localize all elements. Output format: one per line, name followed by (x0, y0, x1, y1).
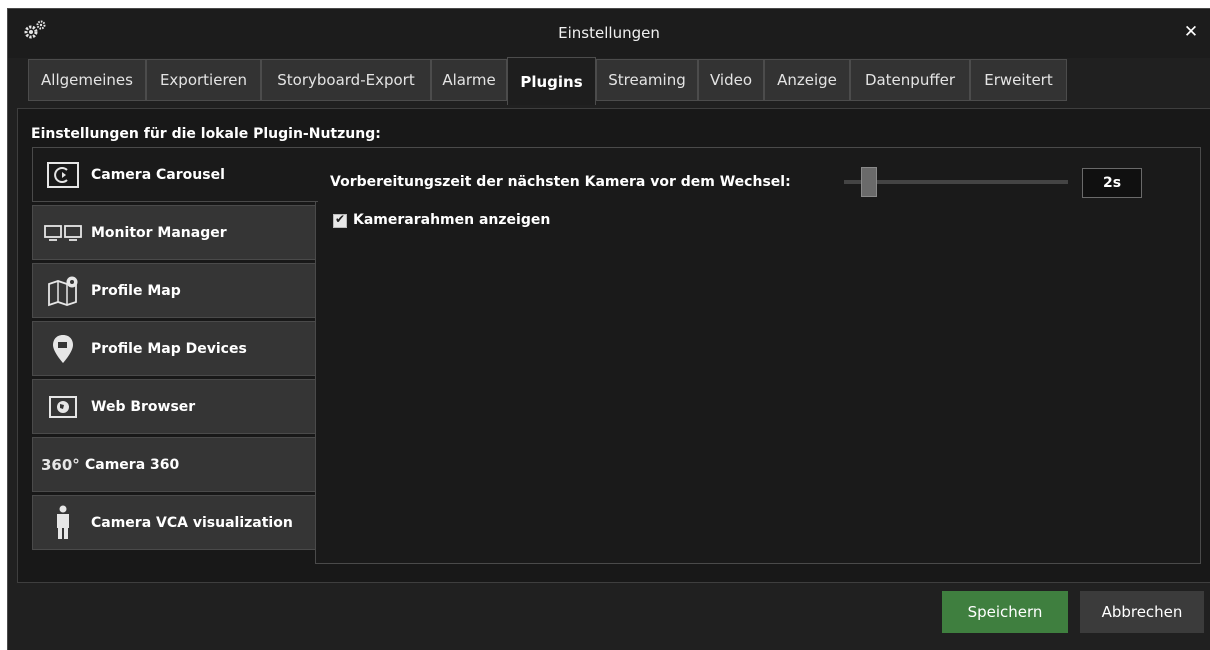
tab-erweitert[interactable]: Erweitert (970, 59, 1067, 101)
plugin-item-camera-360[interactable]: 360° Camera 360 (32, 437, 316, 492)
tab-streaming[interactable]: Streaming (596, 59, 698, 101)
camera-360-icon-text: 360° (41, 455, 80, 474)
settings-dialog: Einstellungen ✕ Allgemeines Exportieren … (7, 8, 1210, 650)
tab-anzeige[interactable]: Anzeige (764, 59, 850, 101)
plugin-label: Camera VCA visualization (91, 514, 293, 531)
plugin-label: Camera 360 (85, 456, 180, 473)
plugin-item-monitor-manager[interactable]: Monitor Manager (32, 205, 316, 260)
camera-carousel-settings-panel: Vorbereitungszeit der nächsten Kamera vo… (315, 147, 1201, 564)
camera-360-icon: 360° (41, 448, 85, 482)
person-icon (41, 505, 85, 540)
plugin-label: Monitor Manager (91, 224, 227, 241)
cancel-button[interactable]: Abbrechen (1080, 591, 1204, 633)
globe-icon (41, 390, 85, 424)
switch-prep-time-slider-track[interactable] (844, 180, 1068, 184)
show-frame-label[interactable]: Kamerarahmen anzeigen (353, 212, 550, 228)
tab-datenpuffer[interactable]: Datenpuffer (850, 59, 970, 101)
save-button[interactable]: Speichern (942, 591, 1068, 633)
tab-storyboard-export[interactable]: Storyboard-Export (261, 59, 431, 101)
plugin-item-profile-map-devices[interactable]: Profile Map Devices (32, 321, 316, 376)
switch-prep-time-label: Vorbereitungszeit der nächsten Kamera vo… (330, 174, 791, 190)
switch-prep-time-slider-thumb[interactable] (861, 167, 877, 197)
window-title: Einstellungen (558, 24, 660, 42)
map-pin-icon (41, 332, 85, 366)
plugin-label: Profile Map (91, 282, 181, 299)
section-heading: Einstellungen für die lokale Plugin-Nutz… (31, 126, 381, 142)
close-icon[interactable]: ✕ (1180, 21, 1202, 43)
plugin-item-camera-vca-visualization[interactable]: Camera VCA visualization (32, 495, 316, 550)
show-frame-checkbox[interactable] (333, 212, 347, 228)
plugin-item-profile-map[interactable]: Profile Map (32, 263, 316, 318)
carousel-icon (41, 158, 85, 192)
title-bar: Einstellungen ✕ (8, 9, 1210, 58)
plugin-item-web-browser[interactable]: Web Browser (32, 379, 316, 434)
plugin-label: Camera Carousel (91, 166, 225, 183)
monitor-icon (41, 216, 85, 250)
tab-exportieren[interactable]: Exportieren (146, 59, 261, 101)
tab-video[interactable]: Video (698, 59, 764, 101)
map-icon (41, 274, 85, 308)
tab-alarme[interactable]: Alarme (431, 59, 507, 101)
plugins-content: Einstellungen für die lokale Plugin-Nutz… (17, 108, 1210, 583)
plugin-label: Profile Map Devices (91, 340, 247, 357)
tab-plugins[interactable]: Plugins (507, 57, 596, 105)
tab-allgemeines[interactable]: Allgemeines (28, 59, 146, 101)
plugin-label: Web Browser (91, 398, 196, 415)
switch-prep-time-value[interactable]: 2s (1082, 168, 1142, 198)
plugin-item-camera-carousel[interactable]: Camera Carousel (32, 147, 318, 202)
